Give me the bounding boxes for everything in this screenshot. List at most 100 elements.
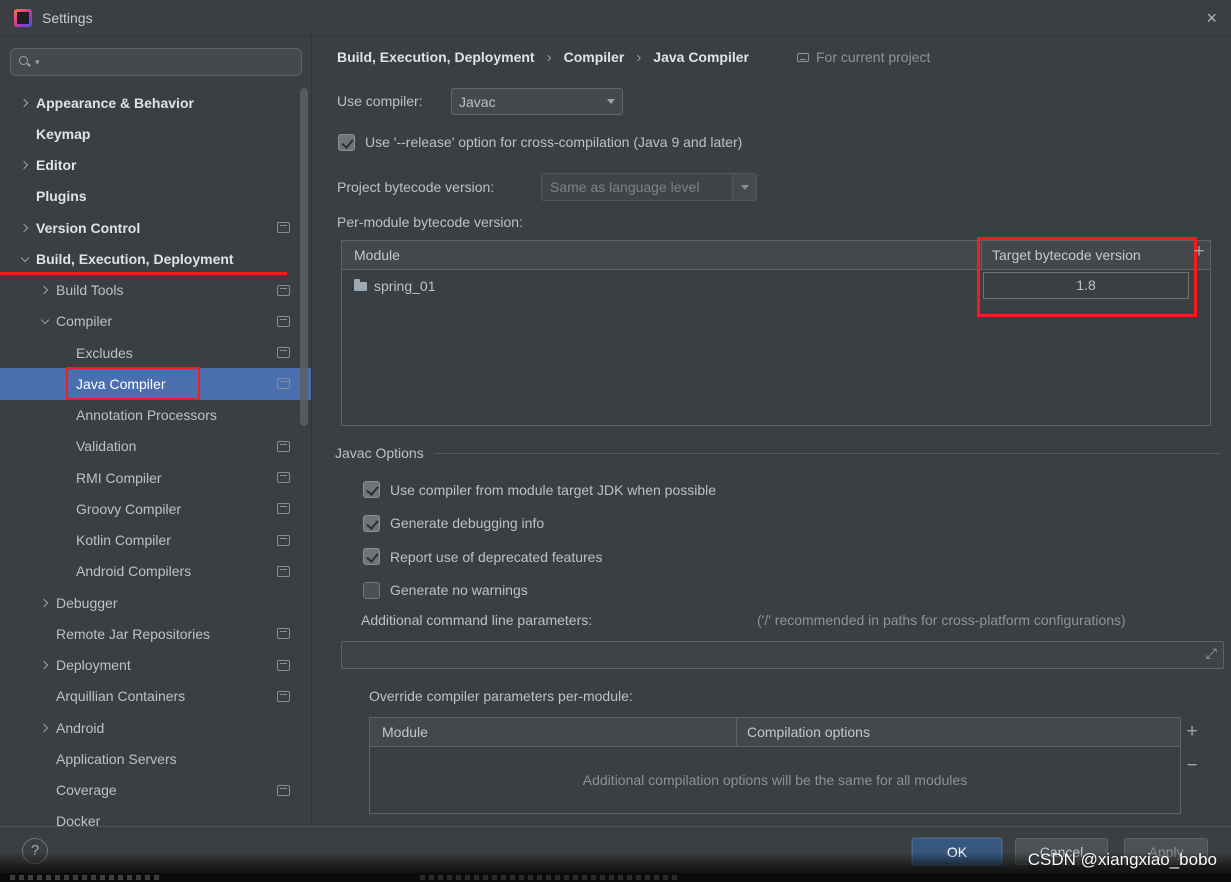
search-input[interactable] [42, 53, 293, 71]
settings-search-box[interactable]: ▾ [10, 48, 302, 76]
titlebar: Settings × [0, 0, 1231, 36]
chevron-right-icon[interactable] [20, 223, 30, 233]
sidebar-item-label: Arquillian Containers [56, 688, 186, 705]
add-icon[interactable]: + [1182, 722, 1202, 742]
chevron-right-icon[interactable] [40, 723, 50, 733]
breadcrumb-item-build-execution-deployment[interactable]: Build, Execution, Deployment [337, 49, 535, 65]
scope-label: For current project [816, 49, 931, 65]
checkbox-generate-no-warnings[interactable]: Generate no warnings [363, 574, 716, 608]
project-bytecode-select[interactable]: Same as language level [541, 173, 757, 201]
sidebar-item-java-compiler[interactable]: Java Compiler [0, 367, 311, 401]
sidebar-item-label: Application Servers [56, 750, 177, 767]
override-table-empty-area: Additional compilation options will be t… [370, 747, 1180, 813]
sidebar-item-appearance-behavior[interactable]: Appearance & Behavior [0, 87, 311, 118]
sidebar-scrollbar[interactable] [300, 88, 308, 426]
chevron-right-icon[interactable] [40, 598, 50, 608]
checkbox-icon[interactable] [363, 548, 380, 566]
checkbox-icon[interactable] [338, 133, 355, 151]
sidebar-item-build-tools[interactable]: Build Tools [0, 275, 311, 306]
checkbox-label: Generate debugging info [390, 515, 545, 532]
chevron-right-icon: › [636, 48, 642, 66]
per-module-bytecode-label: Per-module bytecode version: [337, 214, 523, 230]
module-cell[interactable]: spring_01 [342, 278, 981, 294]
release-option-checkbox[interactable]: Use '--release' option for cross-compila… [338, 129, 742, 155]
chevron-right-icon[interactable] [40, 660, 50, 670]
add-icon[interactable]: + [1189, 242, 1209, 262]
checkbox-icon[interactable] [363, 481, 380, 499]
override-params-label: Override compiler parameters per-module: [369, 688, 633, 704]
project-bytecode-label: Project bytecode version: [337, 179, 495, 195]
sidebar-item-annotation-processors[interactable]: Annotation Processors [0, 400, 311, 431]
checkbox-generate-debugging-info[interactable]: Generate debugging info [363, 507, 716, 541]
intellij-idea-logo-icon [14, 8, 32, 27]
sidebar-item-remote-jar-repositories[interactable]: Remote Jar Repositories [0, 618, 311, 649]
checkbox-icon[interactable] [363, 581, 380, 599]
use-compiler-select[interactable]: Javac [451, 88, 623, 115]
sidebar-item-coverage[interactable]: Coverage [0, 775, 311, 806]
sidebar-item-excludes[interactable]: Excludes [0, 337, 311, 368]
sidebar-item-groovy-compiler[interactable]: Groovy Compiler [0, 493, 311, 524]
sidebar-item-keymap[interactable]: Keymap [0, 118, 311, 149]
sidebar-item-docker[interactable]: Docker [0, 806, 311, 826]
sidebar-item-label: RMI Compiler [76, 469, 162, 486]
breadcrumb-item-java-compiler[interactable]: Java Compiler [653, 49, 749, 65]
target-bytecode-version-cell[interactable]: 1.8 [983, 272, 1189, 299]
column-header-module[interactable]: Module [342, 247, 981, 263]
per-project-settings-icon [277, 628, 290, 640]
checkbox-icon[interactable] [363, 514, 380, 532]
sidebar-item-label: Java Compiler [76, 375, 166, 392]
chevron-right-icon[interactable] [20, 98, 30, 108]
sidebar-item-label: Excludes [76, 344, 133, 361]
expand-icon[interactable]: ⤢ [1206, 645, 1217, 662]
remove-icon[interactable]: − [1182, 756, 1202, 776]
sidebar-item-plugins[interactable]: Plugins [0, 181, 311, 212]
sidebar-item-android-compilers[interactable]: Android Compilers [0, 556, 311, 587]
chevron-right-icon[interactable] [40, 285, 50, 295]
checkbox-report-use-of-deprecated-features[interactable]: Report use of deprecated features [363, 540, 716, 574]
column-header-compilation-options[interactable]: Compilation options [736, 718, 1180, 746]
sidebar-item-build-execution-deployment[interactable]: Build, Execution, Deployment [0, 243, 311, 275]
table-header: Module Target bytecode version [342, 241, 1210, 270]
sidebar-item-label: Keymap [36, 125, 91, 142]
javac-options-section-header: Javac Options [335, 440, 1221, 466]
per-project-settings-icon [277, 440, 290, 452]
sidebar-item-version-control[interactable]: Version Control [0, 212, 311, 243]
chevron-right-icon[interactable] [20, 160, 30, 170]
sidebar-item-debugger[interactable]: Debugger [0, 587, 311, 618]
search-options-chevron-icon[interactable]: ▾ [35, 57, 40, 67]
use-compiler-value: Javac [459, 93, 496, 110]
additional-params-input[interactable] [341, 641, 1224, 669]
sidebar-item-label: Debugger [56, 594, 118, 611]
sidebar-item-compiler[interactable]: Compiler [0, 306, 311, 337]
chevron-down-icon[interactable] [40, 316, 50, 326]
breadcrumb-item-compiler[interactable]: Compiler [564, 49, 625, 65]
chevron-down-icon [740, 184, 749, 190]
sidebar-item-rmi-compiler[interactable]: RMI Compiler [0, 462, 311, 493]
combo-arrow-button[interactable] [732, 174, 756, 200]
ok-button[interactable]: OK [912, 838, 1002, 865]
checkbox-use-compiler-from-module-target-jdk-when-possible[interactable]: Use compiler from module target JDK when… [363, 473, 716, 507]
column-header-module[interactable]: Module [370, 724, 736, 740]
sidebar-item-validation[interactable]: Validation [0, 431, 311, 462]
column-header-target-bytecode-version[interactable]: Target bytecode version [981, 241, 1210, 269]
sidebar-item-kotlin-compiler[interactable]: Kotlin Compiler [0, 525, 311, 556]
sidebar: ▾ Appearance & Behavior Keymap Editor Plugi… [0, 36, 312, 826]
sidebar-item-editor[interactable]: Editor [0, 150, 311, 181]
sidebar-item-arquillian-containers[interactable]: Arquillian Containers [0, 681, 311, 712]
sidebar-item-label: Compiler [56, 313, 113, 330]
module-folder-icon [354, 279, 367, 291]
help-button[interactable]: ? [22, 838, 48, 864]
chevron-down-icon[interactable] [20, 254, 30, 264]
close-icon[interactable]: × [1206, 9, 1217, 27]
sidebar-item-application-servers[interactable]: Application Servers [0, 743, 311, 774]
module-table-row[interactable]: spring_01 1.8 [342, 270, 1210, 301]
sidebar-item-label: Android Compilers [76, 563, 192, 580]
per-module-table: Module Target bytecode version spring_01… [341, 237, 1211, 426]
screenshot-bottom-strip [0, 873, 1231, 882]
sidebar-item-deployment[interactable]: Deployment [0, 650, 311, 681]
sidebar-item-android[interactable]: Android [0, 712, 311, 743]
override-table: Module Compilation options Additional co… [369, 717, 1181, 814]
